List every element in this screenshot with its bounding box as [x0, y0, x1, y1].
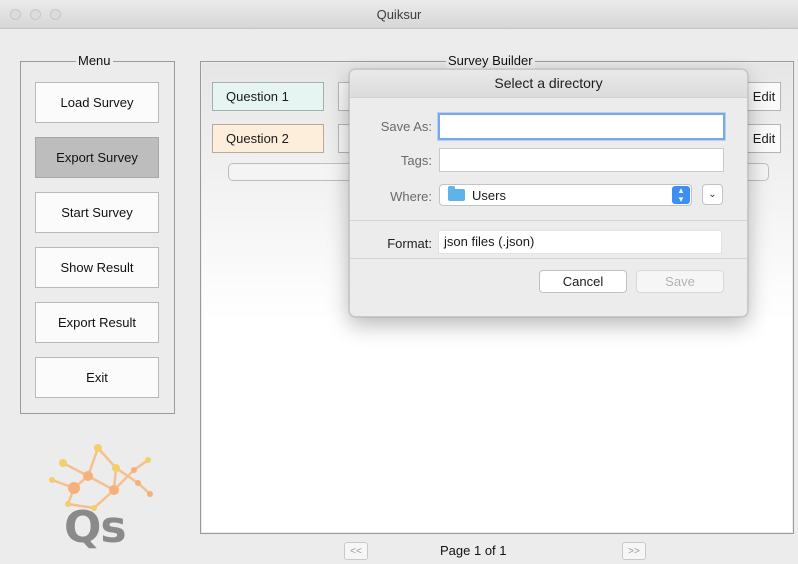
save-as-input[interactable] [438, 113, 725, 140]
prev-page-button[interactable]: << [344, 542, 368, 560]
edit-question-2-button[interactable]: Edit [747, 124, 781, 153]
question-2-item[interactable]: Question 2 [212, 124, 324, 153]
next-page-button[interactable]: >> [622, 542, 646, 560]
window-title: Quiksur [376, 7, 422, 22]
tags-label: Tags: [400, 153, 432, 168]
folder-icon [448, 186, 465, 201]
where-label: Where: [390, 189, 432, 204]
expand-dialog-button[interactable]: ⌄ [702, 184, 723, 205]
save-as-label: Save As: [380, 119, 432, 134]
cancel-button[interactable]: Cancel [539, 270, 627, 293]
where-value: Users [472, 187, 506, 203]
load-survey-button[interactable]: Load Survey [35, 82, 159, 123]
stepper-icon: ▴ ▾ [672, 186, 690, 204]
dialog-title: Select a directory [350, 70, 747, 98]
export-result-button[interactable]: Export Result [35, 302, 159, 343]
tags-input[interactable] [439, 148, 724, 172]
format-select[interactable]: json files (.json) [438, 230, 722, 254]
page-indicator: Page 1 of 1 [440, 543, 507, 558]
dialog-separator-2 [350, 258, 747, 259]
where-select[interactable]: Users ▴ ▾ [439, 184, 692, 206]
menu-group: Menu Load Survey Export Survey Start Sur… [20, 53, 175, 414]
save-button[interactable]: Save [636, 270, 724, 293]
show-result-button[interactable]: Show Result [35, 247, 159, 288]
export-survey-button[interactable]: Export Survey [35, 137, 159, 178]
start-survey-button[interactable]: Start Survey [35, 192, 159, 233]
survey-builder-title: Survey Builder [446, 53, 535, 69]
save-dialog: Select a directory Save As: Tags: Where:… [349, 69, 748, 317]
format-label: Format: [387, 236, 432, 251]
logo-text: Qs [64, 502, 127, 553]
dialog-separator [350, 220, 747, 221]
edit-question-1-button[interactable]: Edit [747, 82, 781, 111]
app-logo: Qs [38, 438, 158, 553]
menu-title: Menu [76, 53, 113, 69]
title-bar: Quiksur [0, 0, 798, 29]
exit-button[interactable]: Exit [35, 357, 159, 398]
chevron-down-icon: ⌄ [708, 189, 717, 200]
question-1-item[interactable]: Question 1 [212, 82, 324, 111]
